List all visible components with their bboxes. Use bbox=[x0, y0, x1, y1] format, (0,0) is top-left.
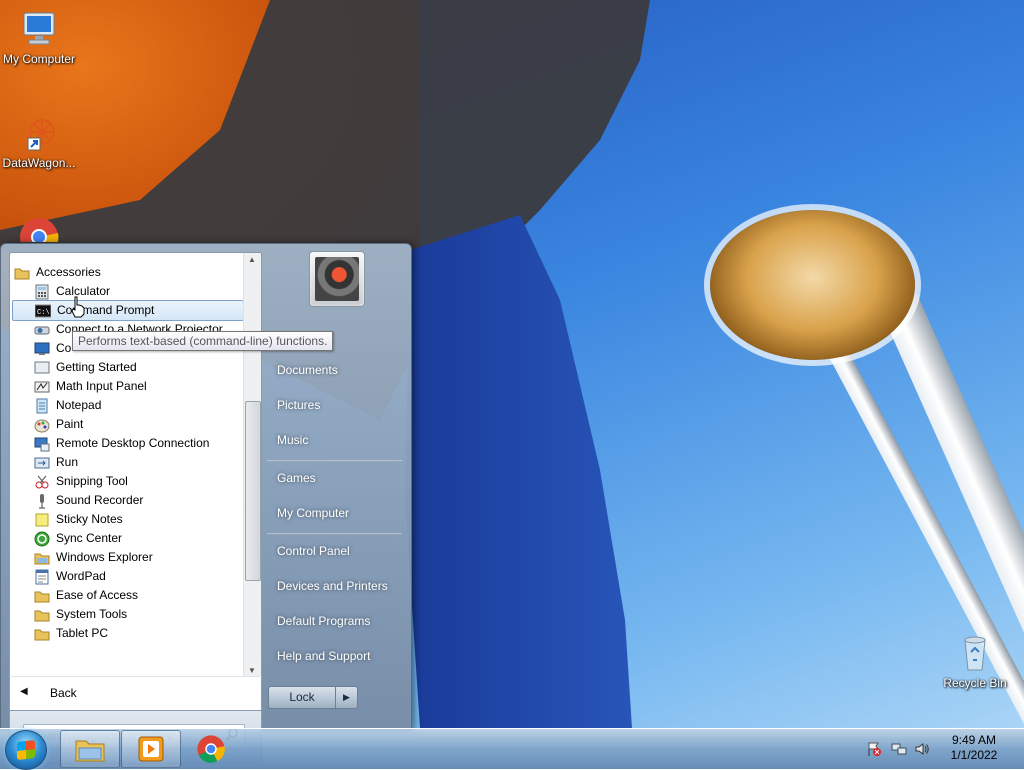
folder-icon bbox=[34, 626, 50, 642]
volume-icon[interactable] bbox=[914, 741, 930, 757]
taskbar-windows-explorer[interactable] bbox=[60, 730, 120, 768]
snipping-tool-icon bbox=[34, 474, 50, 490]
notepad-icon bbox=[34, 398, 50, 414]
folder-system-tools[interactable]: System Tools bbox=[12, 605, 242, 624]
command-prompt-icon: C:\ bbox=[34, 303, 52, 319]
folder-ease-of-access[interactable]: Ease of Access bbox=[12, 586, 242, 605]
datawagon-shortcut-icon bbox=[18, 112, 60, 154]
windows-explorer-icon bbox=[75, 735, 105, 766]
program-math-input-panel[interactable]: Math Input Panel bbox=[12, 377, 242, 396]
desktop-icon-recycle-bin[interactable]: Recycle Bin bbox=[936, 632, 1014, 690]
lock-button[interactable]: Lock bbox=[268, 686, 336, 709]
folder-icon bbox=[34, 607, 50, 623]
connect-icon bbox=[34, 341, 50, 357]
shutdown-options-arrow-icon[interactable]: ▶ bbox=[335, 686, 358, 709]
getting-started-icon bbox=[34, 360, 50, 376]
scroll-up-arrow-icon[interactable]: ▲ bbox=[248, 255, 256, 264]
calculator-icon bbox=[34, 284, 50, 300]
sync-icon bbox=[34, 531, 50, 547]
separator bbox=[267, 460, 402, 462]
microphone-icon bbox=[34, 493, 50, 509]
start-menu: Accessories Calculator C:\ Command Prompt… bbox=[0, 243, 412, 764]
action-center-flag-icon[interactable] bbox=[866, 741, 882, 757]
taskbar-media-player[interactable] bbox=[121, 730, 181, 768]
back-label: Back bbox=[50, 686, 77, 700]
scroll-down-arrow-icon[interactable]: ▼ bbox=[248, 666, 256, 675]
windows-logo-icon bbox=[17, 740, 35, 760]
program-remote-desktop[interactable]: Remote Desktop Connection bbox=[12, 434, 242, 453]
folder-tablet-pc[interactable]: Tablet PC bbox=[12, 624, 242, 643]
user-avatar-image bbox=[315, 257, 359, 301]
chrome-icon bbox=[18, 216, 60, 242]
desktop-icon-label: DataWagon... bbox=[2, 156, 76, 170]
svg-text:C:\: C:\ bbox=[37, 309, 50, 317]
programs-list: Accessories Calculator C:\ Command Prompt… bbox=[9, 252, 262, 677]
clock-date: 1/1/2022 bbox=[950, 748, 998, 762]
start-right-documents[interactable]: Documents bbox=[267, 358, 412, 382]
folder-accessories[interactable]: Accessories bbox=[12, 263, 242, 282]
mouse-cursor-hand-icon bbox=[70, 296, 86, 321]
back-button[interactable]: ◀ Back bbox=[9, 676, 262, 712]
scrollbar-thumb[interactable] bbox=[245, 401, 261, 581]
folder-icon bbox=[34, 588, 50, 604]
folder-icon bbox=[14, 265, 30, 281]
run-icon bbox=[34, 455, 50, 471]
computer-icon bbox=[18, 8, 60, 50]
start-right-games[interactable]: Games bbox=[267, 466, 412, 490]
programs-scrollbar[interactable]: ▲ ▼ bbox=[243, 253, 261, 677]
network-icon[interactable] bbox=[891, 741, 907, 757]
desktop-icon-chrome[interactable] bbox=[0, 216, 78, 242]
math-input-icon bbox=[34, 379, 50, 395]
wallpaper-tower-top bbox=[710, 210, 915, 360]
program-snipping-tool[interactable]: Snipping Tool bbox=[12, 472, 242, 491]
program-notepad[interactable]: Notepad bbox=[12, 396, 242, 415]
desktop-icon-label: My Computer bbox=[2, 52, 76, 66]
clock-time: 9:49 AM bbox=[951, 733, 997, 747]
back-arrow-icon: ◀ bbox=[20, 686, 28, 697]
command-prompt-tooltip: Performs text-based (command-line) funct… bbox=[72, 331, 334, 351]
sticky-notes-icon bbox=[34, 512, 50, 528]
start-right-help-and-support[interactable]: Help and Support bbox=[267, 644, 412, 668]
tray-clock[interactable]: 9:49 AM 1/1/2022 bbox=[938, 733, 1010, 763]
start-right-default-programs[interactable]: Default Programs bbox=[267, 609, 412, 633]
paint-icon bbox=[34, 417, 50, 433]
start-right-my-computer[interactable]: My Computer bbox=[267, 501, 412, 525]
desktop-icon-label: Recycle Bin bbox=[943, 676, 1007, 690]
user-picture[interactable] bbox=[309, 251, 365, 307]
program-command-prompt[interactable]: C:\ Command Prompt bbox=[12, 300, 244, 321]
start-right-pictures[interactable]: Pictures bbox=[267, 393, 412, 417]
program-getting-started[interactable]: Getting Started bbox=[12, 358, 242, 377]
recycle-bin-icon bbox=[954, 632, 996, 674]
desktop-icon-datawagon[interactable]: DataWagon... bbox=[0, 112, 78, 170]
program-sync-center[interactable]: Sync Center bbox=[12, 529, 242, 548]
program-run[interactable]: Run bbox=[12, 453, 242, 472]
start-right-devices-and-printers[interactable]: Devices and Printers bbox=[267, 574, 412, 598]
program-sticky-notes[interactable]: Sticky Notes bbox=[12, 510, 242, 529]
program-windows-explorer[interactable]: Windows Explorer bbox=[12, 548, 242, 567]
start-button[interactable] bbox=[5, 730, 47, 770]
program-paint[interactable]: Paint bbox=[12, 415, 242, 434]
taskbar-chrome[interactable] bbox=[182, 730, 240, 766]
desktop-icon-my-computer[interactable]: My Computer bbox=[0, 8, 78, 66]
chrome-icon bbox=[196, 734, 226, 767]
separator bbox=[267, 533, 402, 535]
program-wordpad[interactable]: WordPad bbox=[12, 567, 242, 586]
network-projector-icon bbox=[34, 322, 50, 338]
folder-explorer-icon bbox=[34, 550, 50, 566]
program-sound-recorder[interactable]: Sound Recorder bbox=[12, 491, 242, 510]
start-right-control-panel[interactable]: Control Panel bbox=[267, 539, 412, 563]
program-calculator[interactable]: Calculator bbox=[12, 282, 242, 301]
media-player-icon bbox=[136, 735, 166, 766]
wordpad-icon bbox=[34, 569, 50, 585]
start-right-music[interactable]: Music bbox=[267, 428, 412, 452]
remote-desktop-icon bbox=[34, 436, 50, 452]
